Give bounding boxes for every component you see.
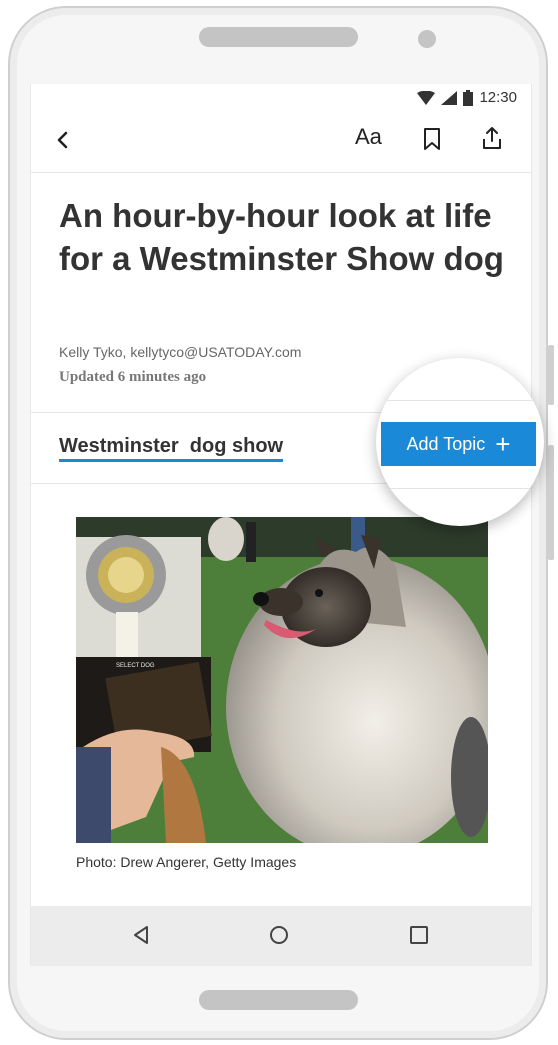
article-byline: Kelly Tyko, kellytyco@USATODAY.com xyxy=(59,344,302,360)
plus-icon: + xyxy=(495,429,511,459)
bookmark-icon[interactable] xyxy=(421,126,443,152)
photo-caption: Photo: Drew Angerer, Getty Images xyxy=(76,854,297,870)
wifi-icon xyxy=(417,90,436,105)
phone-side-button xyxy=(548,445,554,560)
add-topic-button[interactable]: Add Topic + xyxy=(381,422,536,466)
phone-speaker xyxy=(199,27,358,47)
article-toolbar: Aa xyxy=(31,112,531,173)
text-size-button[interactable]: Aa xyxy=(355,124,382,150)
phone-home-bar xyxy=(199,990,358,1010)
status-time: 12:30 xyxy=(479,89,517,106)
phone-side-button xyxy=(548,345,554,405)
share-icon[interactable] xyxy=(480,124,504,152)
back-arrow-icon[interactable] xyxy=(51,126,75,154)
status-icons: 12:30 xyxy=(417,89,517,106)
status-bar: 12:30 xyxy=(31,84,531,112)
android-nav-bar xyxy=(31,906,531,966)
phone-camera xyxy=(418,30,436,48)
article-headline: An hour-by-hour look at life for a Westm… xyxy=(59,197,504,277)
nav-recent-icon[interactable] xyxy=(409,925,429,945)
divider xyxy=(376,488,544,489)
article-photo: SELECT DOG xyxy=(76,517,488,843)
nav-back-icon[interactable] xyxy=(131,925,151,945)
article-updated: Updated 6 minutes ago xyxy=(59,369,207,385)
nav-home-icon[interactable] xyxy=(269,925,289,945)
topic-link[interactable]: Westminster dog show xyxy=(59,435,284,462)
ribbon-text: SELECT DOG xyxy=(116,663,155,669)
magnifier-callout: Add Topic + xyxy=(376,358,544,526)
add-topic-label: Add Topic xyxy=(406,433,486,454)
signal-icon xyxy=(441,90,458,105)
divider xyxy=(376,400,544,401)
battery-icon xyxy=(463,89,474,106)
